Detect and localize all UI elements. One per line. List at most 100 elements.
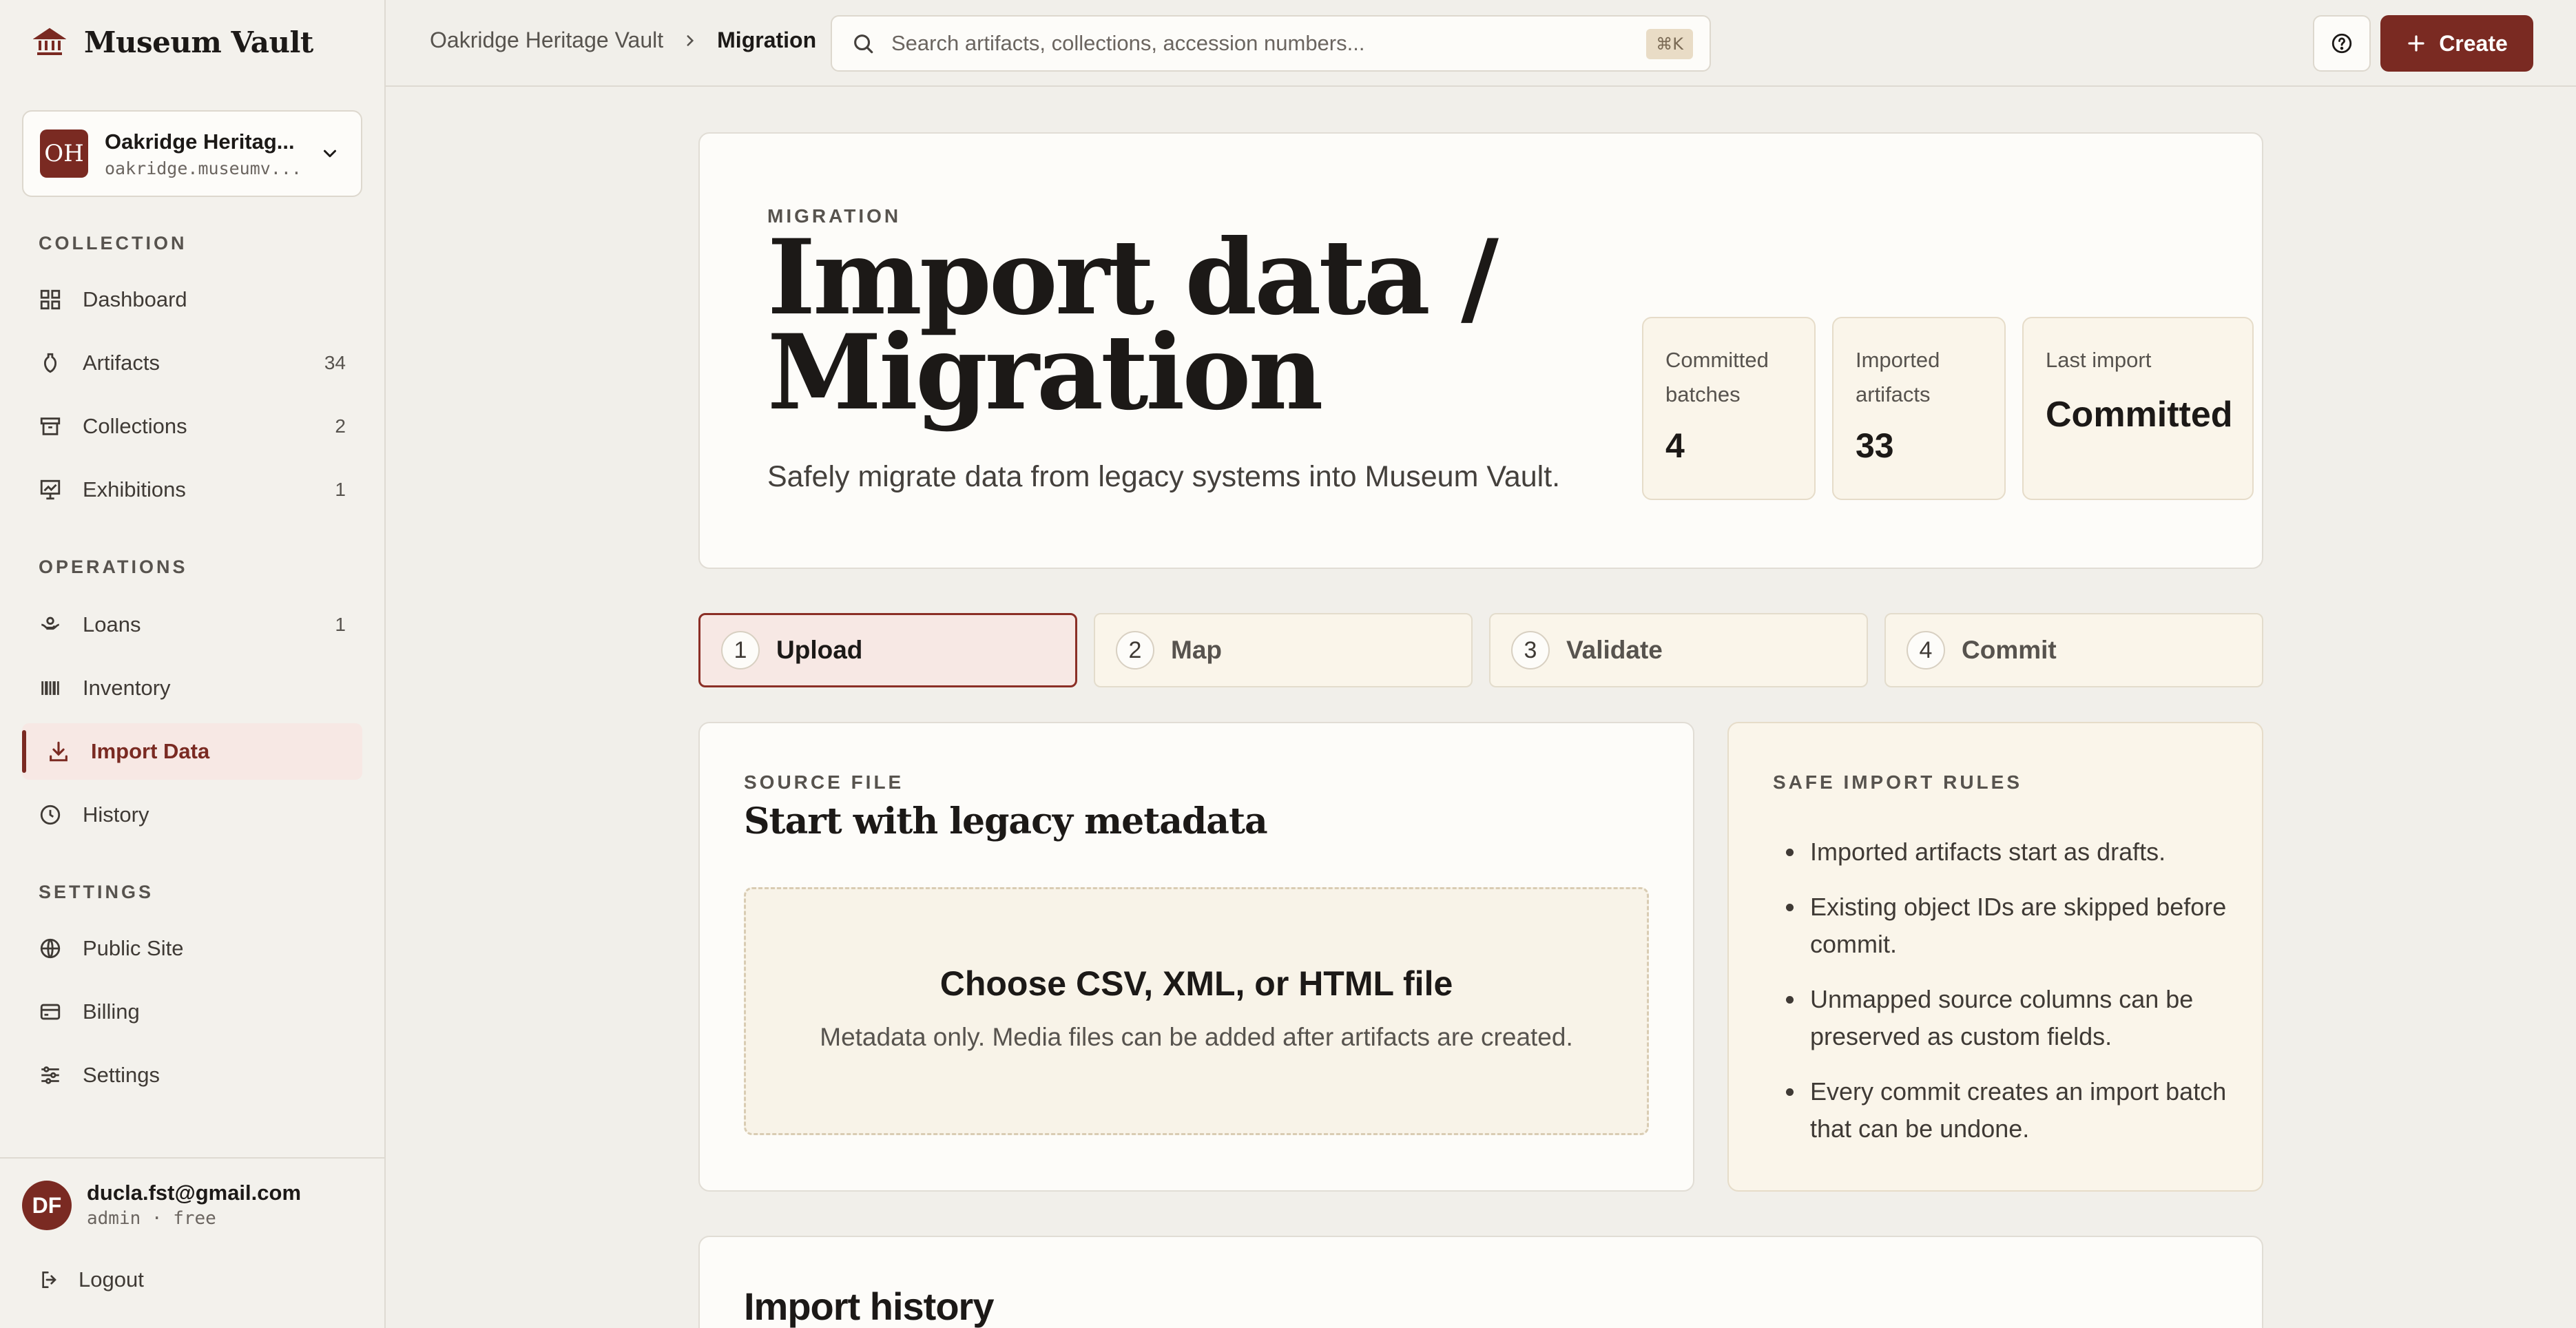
org-domain: oakridge.museumv... [105, 158, 302, 178]
help-button[interactable] [2313, 15, 2371, 72]
clock-icon [40, 805, 61, 825]
chevron-down-icon [324, 149, 336, 158]
org-name: Oakridge Heritag... [105, 129, 295, 154]
step-label: Validate [1566, 636, 1663, 664]
user-email: ducla.fst@gmail.com [87, 1181, 302, 1205]
sidebar-item-loans[interactable]: Loans 1 [22, 596, 362, 653]
source-title: Start with legacy metadata [744, 800, 1268, 842]
stat-label: Committed batches [1665, 348, 1769, 406]
sidebar-item-billing[interactable]: Billing [22, 984, 362, 1040]
stat-value: 4 [1665, 426, 1685, 465]
sidebar-item-public-site[interactable]: Public Site [22, 920, 362, 977]
avatar[interactable]: DF [22, 1181, 72, 1230]
sidebar-item-import-data[interactable]: Import Data [22, 723, 362, 780]
step-label: Map [1171, 636, 1222, 664]
sidebar-item-label: Collections [83, 414, 187, 438]
sidebar-item-label: Artifacts [83, 351, 160, 375]
create-label: Create [2439, 30, 2508, 56]
list-item: Unmapped source columns can be preserved… [1806, 981, 2233, 1055]
sidebar-item-history[interactable]: History [22, 787, 362, 843]
org-switcher[interactable]: OH Oakridge Heritag... oakridge.museumv.… [22, 110, 362, 197]
sidebar-item-label: Loans [83, 612, 141, 636]
chevron-right-icon [687, 34, 694, 46]
list-item: Every commit creates an import batch tha… [1806, 1073, 2233, 1148]
sidebar-item-label: Billing [83, 999, 140, 1024]
import-stepper: 1 Upload 2 Map 3 Validate 4 Commit [698, 613, 2263, 687]
user-panel: DF ducla.fst@gmail.com admin · free Logo… [0, 1157, 384, 1328]
sidebar-item-inventory[interactable]: Inventory [22, 660, 362, 716]
list-item: Existing object IDs are skipped before c… [1806, 889, 2233, 963]
sliders-icon [41, 1066, 59, 1084]
step-number: 3 [1511, 631, 1550, 670]
page-header-card: MIGRATION Import data / Migration Safely… [698, 132, 2263, 569]
source-file-card: SOURCE FILE Start with legacy metadata C… [698, 722, 1694, 1192]
sidebar-item-label: Public Site [83, 936, 184, 960]
org-avatar: OH [40, 129, 88, 178]
step-map[interactable]: 2 Map [1094, 613, 1473, 687]
search-shortcut-badge: ⌘K [1646, 29, 1693, 59]
search-icon [854, 34, 873, 54]
rules-list: Imported artifacts start as drafts. Exis… [1806, 833, 2233, 1165]
sidebar-item-collections[interactable]: Collections 2 [22, 398, 362, 455]
source-eyebrow: SOURCE FILE [744, 771, 904, 793]
credit-card-icon [40, 1004, 61, 1020]
sidebar-item-count: 1 [335, 614, 346, 635]
globe-icon [40, 938, 61, 959]
stat-label: Last import [2046, 348, 2152, 372]
page-title: Import data / Migration [767, 217, 1499, 433]
user-role: admin · free [87, 1208, 216, 1229]
presentation-icon [40, 479, 61, 500]
hand-coin-icon [41, 616, 59, 630]
page-subtitle: Safely migrate data from legacy systems … [767, 460, 1561, 493]
create-button[interactable]: Create [2380, 15, 2533, 72]
sidebar-item-artifacts[interactable]: Artifacts 34 [22, 335, 362, 391]
stat-imported-artifacts: Imported artifacts 33 [1832, 317, 2006, 500]
import-rules-card: SAFE IMPORT RULES Imported artifacts sta… [1727, 722, 2263, 1192]
breadcrumb-org[interactable]: Oakridge Heritage Vault [430, 28, 663, 53]
history-title: Import history [744, 1285, 994, 1328]
nav-section-collection: COLLECTION [39, 233, 187, 253]
breadcrumb: Oakridge Heritage Vault Migration [430, 28, 816, 53]
rules-eyebrow: SAFE IMPORT RULES [1773, 771, 2023, 793]
sidebar-item-dashboard[interactable]: Dashboard [22, 271, 362, 328]
logout-button[interactable]: Logout [39, 1259, 144, 1300]
search-input[interactable] [891, 31, 1621, 56]
list-item: Imported artifacts start as drafts. [1806, 833, 2233, 871]
sidebar-item-settings[interactable]: Settings [22, 1047, 362, 1103]
sidebar: Museum Vault OH Oakridge Heritag... oakr… [0, 0, 386, 1328]
step-upload[interactable]: 1 Upload [698, 613, 1077, 687]
museum-building-icon [33, 28, 66, 55]
plus-icon [2408, 35, 2424, 52]
dropzone-hint: Metadata only. Media files can be added … [820, 1023, 1573, 1051]
step-commit[interactable]: 4 Commit [1884, 613, 2263, 687]
nav-section-operations: OPERATIONS [39, 557, 188, 577]
brand[interactable]: Museum Vault [33, 23, 313, 61]
sidebar-item-label: Inventory [83, 676, 171, 700]
download-icon [50, 741, 67, 762]
sidebar-item-label: History [83, 802, 149, 827]
stat-label: Imported artifacts [1856, 348, 1940, 406]
stat-last-import: Last import Committed [2022, 317, 2254, 500]
sidebar-item-label: Dashboard [83, 287, 187, 311]
import-history-card: Import history [698, 1236, 2263, 1328]
archive-box-icon [40, 417, 61, 435]
search-bar[interactable]: ⌘K [831, 15, 1711, 72]
help-icon [2331, 33, 2352, 54]
stat-committed-batches: Committed batches 4 [1642, 317, 1816, 500]
step-validate[interactable]: 3 Validate [1489, 613, 1868, 687]
sidebar-item-label: Settings [83, 1063, 160, 1087]
nav-section-settings: SETTINGS [39, 882, 154, 902]
breadcrumb-current: Migration [717, 28, 817, 52]
step-number: 4 [1907, 631, 1945, 670]
stat-value: 33 [1856, 426, 1894, 465]
sidebar-item-exhibitions[interactable]: Exhibitions 1 [22, 461, 362, 518]
sidebar-item-label: Import Data [91, 739, 210, 763]
sidebar-item-count: 2 [335, 415, 346, 437]
file-dropzone[interactable]: Choose CSV, XML, or HTML file Metadata o… [744, 887, 1649, 1135]
step-number: 2 [1116, 631, 1154, 670]
logout-icon [42, 1272, 56, 1288]
sidebar-item-label: Exhibitions [83, 477, 186, 501]
sidebar-item-count: 34 [324, 352, 346, 373]
sidebar-item-count: 1 [335, 479, 346, 500]
grid-icon [40, 289, 61, 310]
